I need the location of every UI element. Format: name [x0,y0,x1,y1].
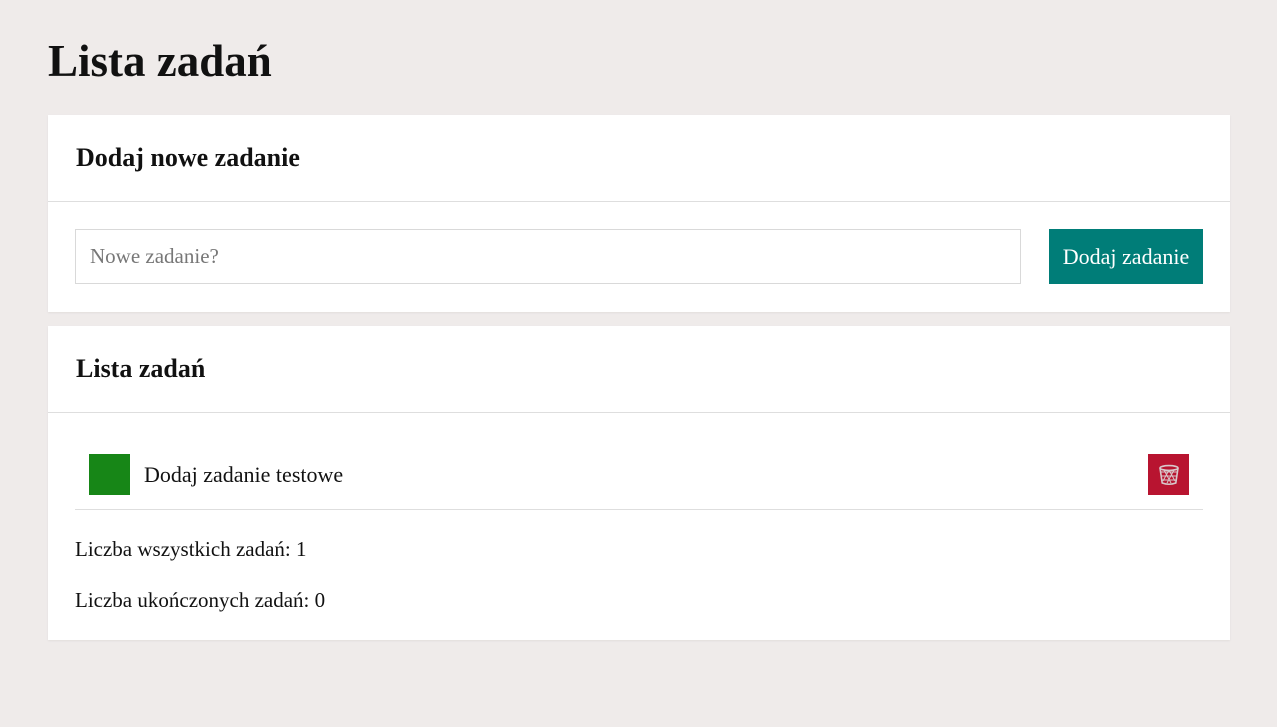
task-list-body: Dodaj zadanie testowe Liczba wszystkich … [48,413,1230,613]
task-list-heading: Lista zadań [76,354,206,383]
total-tasks-count: Liczba wszystkich zadań: 1 [75,537,307,561]
add-task-card: Dodaj nowe zadanie Dodaj zadanie [48,115,1230,312]
task-label: Dodaj zadanie testowe [144,462,344,487]
task-complete-checkbox[interactable] [89,454,130,495]
task-row: Dodaj zadanie testowe [75,413,1203,510]
task-list-card-header: Lista zadań [48,326,1230,413]
app-container: Lista zadań Dodaj nowe zadanie Dodaj zad… [48,0,1230,640]
new-task-input[interactable] [75,229,1021,284]
task-list-card: Lista zadań Dodaj zadanie testowe Liczba… [48,326,1230,640]
add-task-button[interactable]: Dodaj zadanie [1049,229,1203,284]
completed-tasks-count: Liczba ukończonych zadań: 0 [75,588,326,612]
page-title: Lista zadań [48,36,272,86]
delete-task-button[interactable] [1148,454,1189,495]
trash-basket-icon [1158,464,1179,485]
add-task-row: Dodaj zadanie [48,202,1230,311]
add-task-heading: Dodaj nowe zadanie [76,143,300,172]
add-task-card-header: Dodaj nowe zadanie [48,115,1230,202]
